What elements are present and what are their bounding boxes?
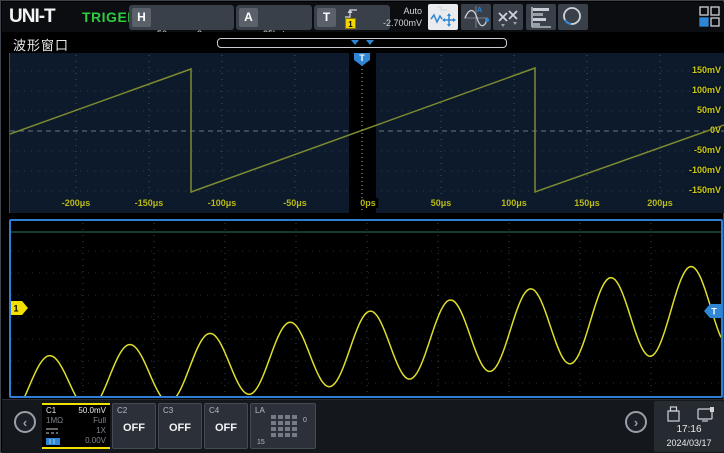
channel1-marker[interactable]: 1	[11, 301, 28, 315]
histogram-icon	[531, 7, 551, 28]
window-layout-button[interactable]	[699, 6, 721, 28]
channel1-tile[interactable]: C1 50.0mV 1MΩ Full 1X 0.00V	[42, 403, 110, 449]
channel4-tile[interactable]: C4 OFF	[204, 403, 248, 449]
trigger-mode: Auto	[403, 6, 422, 16]
voltage-label: 100mV	[691, 85, 721, 95]
lan-icon	[697, 407, 714, 422]
ch2-name: C2	[117, 406, 128, 415]
trigger-key: T	[317, 8, 336, 27]
la-last-channel: 15	[257, 439, 265, 446]
time-label: -100μs	[207, 198, 237, 208]
channel-status-bar: ‹ C1 50.0mV 1MΩ Full 1X 0.00V C2 OFF C3 …	[2, 399, 724, 453]
random-wave-button[interactable]	[493, 4, 523, 30]
time-label: 100μs	[501, 198, 527, 208]
xy-mode-icon: A	[464, 6, 489, 28]
clock-date: 2024/03/17	[666, 438, 712, 448]
trigger-source-badge: 1	[345, 18, 356, 29]
acquire-settings-button[interactable]: A 25kpts31.25MSa/s	[236, 5, 312, 50]
top-status-bar: UNI-T TRIGED H 50μs0s 2μs0s A 25kpts31.2…	[2, 2, 724, 50]
search-icon	[563, 7, 581, 25]
ch1-probe: 1X	[96, 426, 106, 435]
trigger-flag-label: T	[359, 53, 365, 63]
voltage-label: -50mV	[693, 145, 721, 155]
ch4-name: C4	[209, 406, 220, 415]
ch3-name: C3	[163, 406, 174, 415]
dc-coupling-icon	[46, 428, 58, 434]
search-button[interactable]	[558, 4, 588, 30]
histogram-button[interactable]	[526, 4, 556, 30]
waveform-pan-icon	[430, 6, 456, 27]
time-label: 50μs	[430, 198, 452, 208]
time-label: -150μs	[134, 198, 164, 208]
voltage-label: 150mV	[691, 65, 721, 75]
status-icons	[667, 406, 714, 422]
ch4-state: OFF	[215, 422, 237, 434]
brand-logo: UNI-T	[9, 6, 56, 27]
clock-time: 17:16	[676, 424, 702, 435]
la-name: LA	[255, 406, 265, 415]
zoom-left-handle[interactable]	[351, 40, 359, 45]
trigger-info: Auto -2.700mV	[362, 5, 422, 29]
time-label: 150μs	[574, 198, 600, 208]
acquire-key: A	[239, 8, 258, 27]
la-first-channel: 0	[303, 417, 307, 424]
xy-mode-button[interactable]: A	[461, 4, 491, 30]
memory-overview-bar[interactable]	[217, 38, 507, 48]
voltage-label: 0V	[709, 125, 721, 135]
ch1-bandwidth: Full	[93, 416, 106, 425]
sine-trace	[24, 265, 721, 396]
ch1-name: C1	[46, 406, 57, 415]
zoom-right-handle[interactable]	[366, 40, 374, 45]
logic-analyzer-tile[interactable]: LA 0 15	[250, 403, 316, 449]
horizontal-key: H	[132, 8, 151, 27]
window-title: 波形窗口	[13, 38, 70, 53]
la-channel-grid	[271, 415, 297, 437]
time-axis-labels: -200μs -150μs -100μs -50μs 0ps 50μs 100μs 150μs…	[10, 198, 724, 212]
ch3-state: OFF	[169, 422, 191, 434]
main-waveform-window[interactable]: T 150mV 100mV 50mV 0V -50mV -100mV -150mV -200…	[9, 53, 724, 213]
collapse-left-button[interactable]: ‹	[14, 411, 36, 433]
trigger-level: -2.700mV	[382, 18, 422, 28]
bandwidth-badge-icon	[46, 437, 60, 445]
voltage-label: 50mV	[696, 105, 721, 115]
channel2-tile[interactable]: C2 OFF	[112, 403, 156, 449]
usb-icon	[667, 406, 680, 422]
waveform-titlebar: 波形窗口	[2, 32, 724, 53]
zoom-graticule: 1T	[11, 223, 721, 396]
scope-screen: UNI-T TRIGED H 50μs0s 2μs0s A 25kpts31.2…	[0, 0, 724, 453]
ch2-state: OFF	[123, 422, 145, 434]
waveform-pan-button[interactable]	[428, 4, 458, 30]
voltage-label: -150mV	[688, 185, 721, 195]
datetime-panel[interactable]: 17:16 2024/03/17	[654, 401, 724, 452]
channel3-tile[interactable]: C3 OFF	[158, 403, 202, 449]
svg-text:1: 1	[13, 304, 18, 314]
svg-text:T: T	[711, 307, 717, 317]
time-label: 200μs	[647, 198, 673, 208]
main-graticule: T	[10, 53, 724, 213]
svg-text:A: A	[477, 7, 482, 14]
zoom-waveform-window[interactable]: 1T	[9, 219, 723, 398]
random-wave-icon	[498, 10, 518, 27]
time-label: 0ps	[358, 198, 378, 208]
time-label: -50μs	[283, 198, 307, 208]
ch1-scale: 50.0mV	[78, 406, 106, 415]
ch1-offset: 0.00V	[85, 436, 106, 445]
horizontal-settings-button[interactable]: H 50μs0s 2μs0s	[129, 5, 234, 50]
ch1-impedance: 1MΩ	[46, 416, 64, 425]
voltage-label: -100mV	[688, 165, 721, 175]
expand-right-button[interactable]: ›	[625, 411, 647, 433]
time-label: -200μs	[61, 198, 91, 208]
trigger-level-marker[interactable]: T	[704, 304, 721, 318]
